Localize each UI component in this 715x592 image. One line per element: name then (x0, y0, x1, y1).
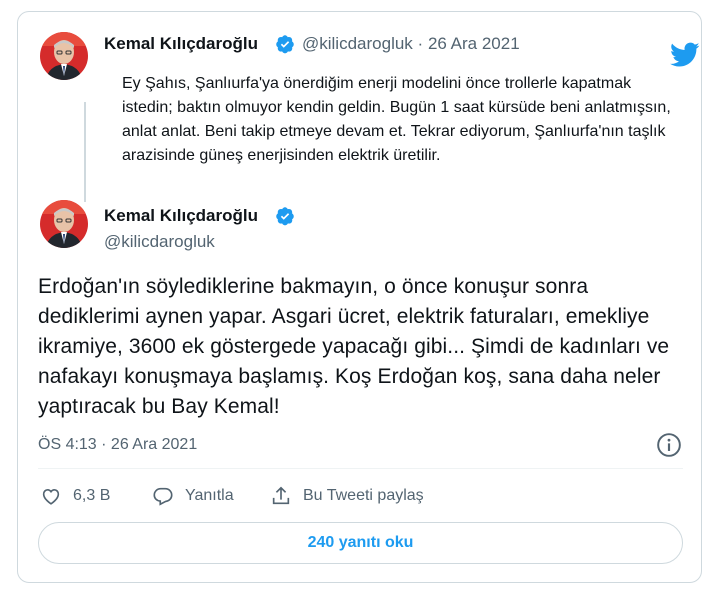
author-name[interactable]: Kemal Kılıçdaroğlu (104, 206, 258, 226)
twitter-bird-icon[interactable] (670, 42, 700, 68)
main-tweet-text: Erdoğan'ın söylediklerine bakmayın, o ön… (38, 275, 670, 418)
reply-icon (153, 487, 173, 506)
share-icon (272, 486, 290, 505)
separator-dot: · (417, 34, 424, 53)
verified-badge-icon (276, 35, 294, 54)
reply-label: Yanıtla (185, 487, 234, 504)
author-handle[interactable]: @kilicdarogluk · 26 Ara 2021 (302, 34, 520, 54)
info-icon[interactable] (656, 432, 682, 458)
author-handle[interactable]: @kilicdarogluk (104, 232, 215, 252)
heart-icon (42, 488, 60, 505)
previous-tweet-text: Ey Şahıs, Şanlıurfa'ya önerdiğim enerji … (122, 75, 671, 164)
reply-button[interactable]: Yanıtla (152, 485, 234, 507)
like-count: 6,3 B (73, 487, 111, 504)
share-label: Bu Tweeti paylaş (303, 487, 424, 504)
avatar[interactable] (40, 32, 88, 80)
avatar-image (40, 32, 88, 80)
avatar-image (40, 200, 88, 248)
tweet-date[interactable]: 26 Ara 2021 (428, 34, 520, 53)
author-name[interactable]: Kemal Kılıçdaroğlu (104, 34, 258, 54)
verified-badge-icon (276, 207, 294, 226)
like-button[interactable]: 6,3 B (40, 485, 110, 507)
avatar[interactable] (40, 200, 88, 248)
read-replies-button[interactable]: 240 yanıtı oku (38, 522, 683, 564)
handle-text: @kilicdarogluk (302, 34, 413, 53)
share-button[interactable]: Bu Tweeti paylaş (270, 485, 424, 507)
divider (38, 468, 683, 469)
thread-connector-line (84, 102, 86, 202)
tweet-timestamp[interactable]: ÖS 4:13 · 26 Ara 2021 (38, 436, 197, 454)
tweet-card: Kemal Kılıçdaroğlu @kilicdarogluk · 26 A… (17, 11, 702, 583)
